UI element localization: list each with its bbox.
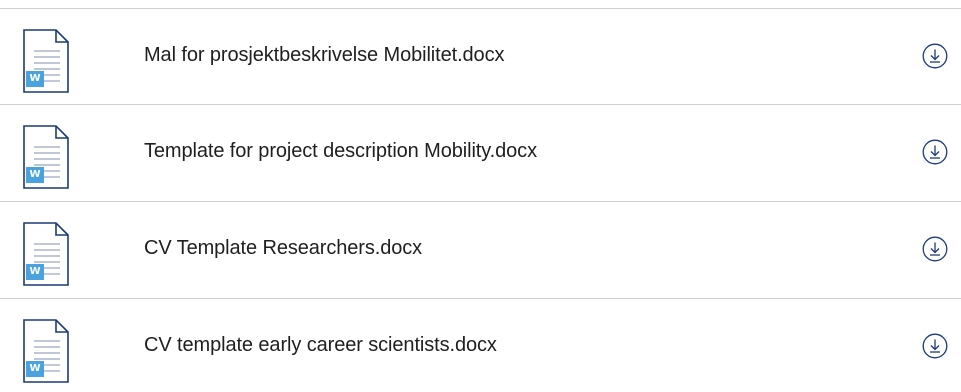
word-document-icon: W: [22, 222, 70, 286]
file-download-list: W Mal for prosjektbeskrivelse Mobilitet.…: [0, 0, 961, 392]
file-name-link[interactable]: Template for project description Mobilit…: [144, 105, 537, 197]
file-row[interactable]: W CV Template Researchers.docx: [0, 202, 961, 294]
download-icon[interactable]: [922, 43, 948, 69]
word-badge-letter: W: [29, 169, 41, 180]
word-badge-letter: W: [29, 363, 41, 374]
file-name-link[interactable]: Mal for prosjektbeskrivelse Mobilitet.do…: [144, 9, 504, 101]
download-icon[interactable]: [922, 236, 948, 262]
file-row[interactable]: W Template for project description Mobil…: [0, 105, 961, 197]
file-row[interactable]: W CV template early career scientists.do…: [0, 299, 961, 391]
word-badge-letter: W: [29, 73, 41, 84]
download-icon[interactable]: [922, 139, 948, 165]
word-document-icon: W: [22, 319, 70, 383]
word-document-icon: W: [22, 29, 70, 93]
download-icon[interactable]: [922, 333, 948, 359]
file-name-link[interactable]: CV Template Researchers.docx: [144, 202, 422, 294]
word-document-icon: W: [22, 125, 70, 189]
word-badge-letter: W: [29, 266, 41, 277]
file-row[interactable]: W Mal for prosjektbeskrivelse Mobilitet.…: [0, 9, 961, 101]
file-name-link[interactable]: CV template early career scientists.docx: [144, 299, 497, 391]
